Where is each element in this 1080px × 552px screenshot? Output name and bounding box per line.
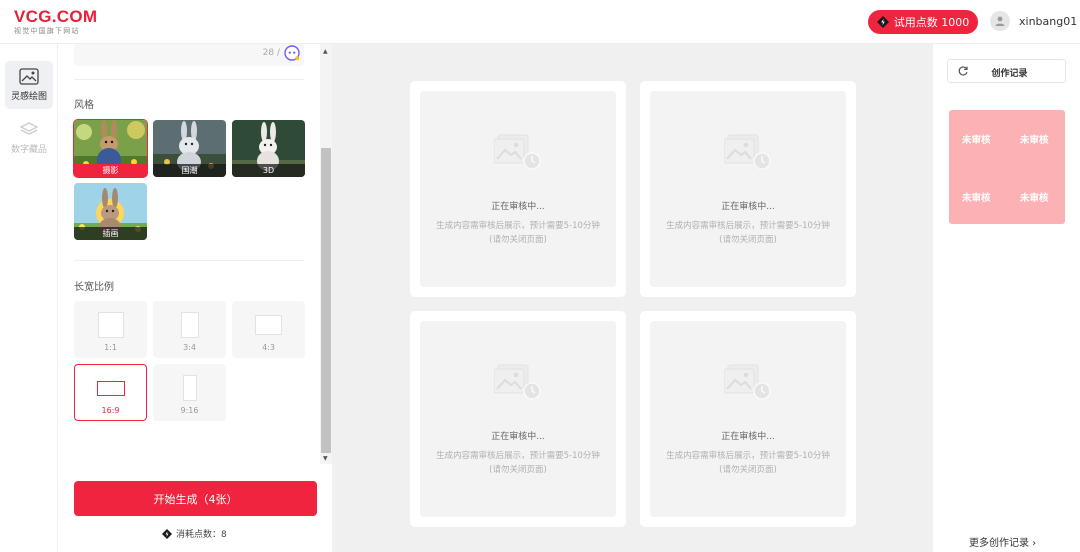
style-section-title: 风格 — [74, 100, 94, 111]
style-card-guochao[interactable]: 国潮 — [153, 120, 226, 177]
result-card: 正在审核中... 生成内容需审核后展示，预计需要5-10分钟 (请勿关闭页面) — [410, 311, 626, 527]
scroll-up-arrow-icon[interactable]: ▲ — [323, 48, 328, 55]
diamond-bolt-icon — [876, 16, 889, 28]
review-note-text: (请勿关闭页面) — [489, 235, 547, 245]
points-cost: 消耗点数：8 — [162, 527, 227, 540]
ratio-shape-square — [98, 312, 124, 338]
review-note-text: (请勿关闭页面) — [719, 465, 777, 475]
divider — [74, 260, 304, 261]
ratio-option-1-1[interactable]: 1:1 — [74, 301, 147, 358]
trial-points-button[interactable]: 试用点数 1000 — [868, 10, 978, 34]
nav-label-inspiration: 灵感绘图 — [10, 92, 47, 102]
review-status: 正在审核中... — [721, 432, 775, 442]
ratio-label: 4:3 — [262, 343, 275, 352]
trial-points-label: 试用点数 1000 — [893, 16, 970, 29]
review-description: 生成内容需审核后展示，预计需要5-10分钟 (请勿关闭页面) — [664, 219, 832, 247]
vcg-logo[interactable]: VCG.COM 视觉中国旗下网站 — [14, 8, 97, 36]
ratio-option-9-16[interactable]: 9:16 — [153, 364, 226, 421]
prompt-input[interactable]: 28 / — [74, 44, 304, 66]
review-note-text: (请勿关闭页面) — [489, 465, 547, 475]
review-description: 生成内容需审核后展示，预计需要5-10分钟 (请勿关闭页面) — [434, 219, 602, 247]
style-label-3d: 3D — [232, 164, 305, 177]
style-label-photography: 摄影 — [74, 164, 147, 177]
ratio-label: 9:16 — [180, 406, 199, 415]
logo-text: VCG.COM — [14, 7, 98, 26]
result-placeholder: 正在审核中... 生成内容需审核后展示，预计需要5-10分钟 (请勿关闭页面) — [650, 91, 846, 287]
result-card: 正在审核中... 生成内容需审核后展示，预计需要5-10分钟 (请勿关闭页面) — [640, 81, 856, 297]
ratio-shape-portrait — [181, 312, 199, 338]
result-placeholder: 正在审核中... 生成内容需审核后展示，预计需要5-10分钟 (请勿关闭页面) — [650, 321, 846, 517]
review-desc-text: 生成内容需审核后展示，预计需要5-10分钟 — [436, 221, 600, 231]
thumb-status-unreviewed: 未审核 — [1020, 193, 1049, 204]
avatar[interactable] — [990, 11, 1010, 31]
style-card-photography[interactable]: 摄影 — [73, 119, 148, 178]
review-description: 生成内容需审核后展示，预计需要5-10分钟 (请勿关闭页面) — [434, 449, 602, 477]
results-area: 正在审核中... 生成内容需审核后展示，预计需要5-10分钟 (请勿关闭页面) … — [332, 44, 933, 552]
nav-item-digital-collectibles[interactable]: 数字藏品 — [5, 114, 53, 162]
points-cost-label: 消耗点数：8 — [176, 530, 227, 540]
char-counter: 28 / — [262, 48, 280, 58]
settings-panel: 28 / 风格 摄影 国潮 3D 插画 长宽比例 1:1 3:4 4:3 16:… — [58, 44, 320, 552]
image-pending-icon — [494, 364, 541, 400]
username[interactable]: xinbang01 — [1019, 15, 1077, 28]
image-pending-icon — [494, 134, 541, 170]
review-status: 正在审核中... — [491, 202, 545, 212]
nav-label-collectibles: 数字藏品 — [10, 145, 47, 155]
style-card-3d[interactable]: 3D — [232, 120, 305, 177]
ratio-shape-landscape — [255, 315, 282, 335]
generate-button[interactable]: 开始生成（4张） — [74, 481, 317, 516]
review-description: 生成内容需审核后展示，预计需要5-10分钟 (请勿关闭页面) — [664, 449, 832, 477]
history-thumbnail-grid[interactable]: 未审核 未审核 未审核 未审核 — [949, 110, 1065, 224]
image-icon — [19, 68, 39, 85]
review-status: 正在审核中... — [491, 432, 545, 442]
ratio-shape-wide — [97, 381, 125, 396]
logo-subtitle: 视觉中国旗下网站 — [14, 27, 80, 35]
scroll-down-arrow-icon[interactable]: ▼ — [323, 455, 328, 462]
result-placeholder: 正在审核中... 生成内容需审核后展示，预计需要5-10分钟 (请勿关闭页面) — [420, 91, 616, 287]
result-card: 正在审核中... 生成内容需审核后展示，预计需要5-10分钟 (请勿关闭页面) — [410, 81, 626, 297]
more-history-link[interactable]: 更多创作记录 › — [969, 534, 1036, 549]
history-panel: 创作记录 未审核 未审核 未审核 未审核 更多创作记录 › — [933, 44, 1080, 552]
ratio-label: 16:9 — [101, 406, 120, 415]
creation-history-button[interactable]: 创作记录 — [947, 59, 1066, 83]
nav-item-inspiration-drawing[interactable]: 灵感绘图 — [5, 61, 53, 109]
review-desc-text: 生成内容需审核后展示，预计需要5-10分钟 — [666, 451, 830, 461]
review-desc-text: 生成内容需审核后展示，预计需要5-10分钟 — [436, 451, 600, 461]
thumb-status-unreviewed: 未审核 — [962, 193, 991, 204]
divider — [74, 79, 304, 80]
style-label-guochao: 国潮 — [153, 164, 226, 177]
top-header: VCG.COM 视觉中国旗下网站 试用点数 1000 xinbang01 — [0, 0, 1080, 44]
ai-assistant-icon[interactable] — [284, 45, 300, 61]
image-pending-icon — [724, 364, 771, 400]
scrollbar-thumb[interactable] — [321, 148, 331, 453]
layers-icon — [19, 122, 39, 135]
history-title: 创作记录 — [991, 69, 1028, 79]
ratio-section-title: 长宽比例 — [74, 282, 114, 293]
ratio-option-16-9[interactable]: 16:9 — [74, 364, 147, 421]
thumb-status-unreviewed: 未审核 — [1020, 135, 1049, 146]
user-icon — [995, 16, 1005, 26]
diamond-bolt-icon — [162, 528, 172, 539]
style-label-illustration: 插画 — [74, 227, 147, 240]
result-placeholder: 正在审核中... 生成内容需审核后展示，预计需要5-10分钟 (请勿关闭页面) — [420, 321, 616, 517]
review-desc-text: 生成内容需审核后展示，预计需要5-10分钟 — [666, 221, 830, 231]
ratio-label: 3:4 — [183, 343, 196, 352]
ratio-label: 1:1 — [104, 343, 117, 352]
user-menu[interactable]: xinbang01 — [990, 11, 1077, 31]
ratio-option-3-4[interactable]: 3:4 — [153, 301, 226, 358]
style-card-illustration[interactable]: 插画 — [74, 183, 147, 240]
review-status: 正在审核中... — [721, 202, 775, 212]
image-pending-icon — [724, 134, 771, 170]
ratio-option-4-3[interactable]: 4:3 — [232, 301, 305, 358]
left-sidebar: 灵感绘图 数字藏品 — [0, 44, 58, 552]
result-card: 正在审核中... 生成内容需审核后展示，预计需要5-10分钟 (请勿关闭页面) — [640, 311, 856, 527]
panel-scrollbar[interactable]: ▲ ▼ — [320, 44, 332, 464]
thumb-status-unreviewed: 未审核 — [962, 135, 991, 146]
review-note-text: (请勿关闭页面) — [719, 235, 777, 245]
ratio-shape-tall — [183, 375, 197, 401]
